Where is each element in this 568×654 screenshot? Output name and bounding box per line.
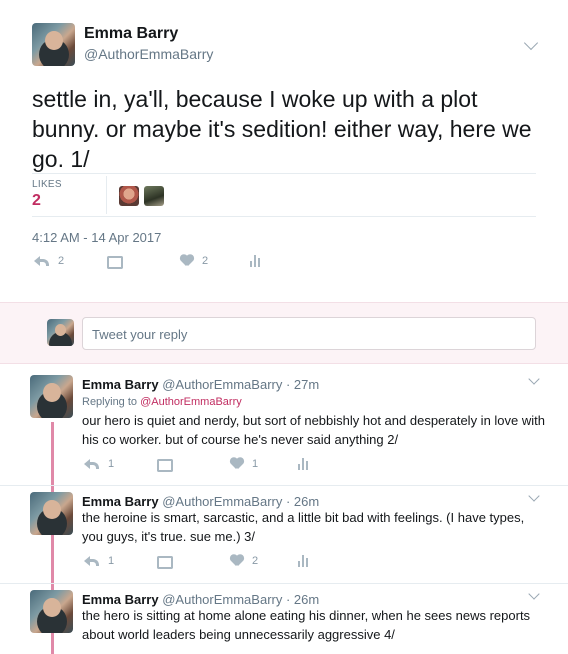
retweet-button[interactable] xyxy=(156,555,174,569)
analytics-icon xyxy=(298,458,310,470)
chevron-down-icon[interactable] xyxy=(528,373,540,385)
reply-composer: Tweet your reply xyxy=(0,302,568,364)
reply-icon xyxy=(84,458,100,470)
retweet-button[interactable] xyxy=(156,458,174,472)
divider xyxy=(32,173,536,174)
like-button[interactable]: 2 xyxy=(180,255,208,267)
liker-avatar[interactable] xyxy=(119,186,139,206)
reply-button[interactable]: 2 xyxy=(34,255,64,267)
analytics-icon xyxy=(298,555,310,567)
stats-separator xyxy=(106,176,107,214)
reply-meta[interactable]: @AuthorEmmaBarry · 26m xyxy=(162,592,319,607)
reply-author-name[interactable]: Emma Barry xyxy=(82,592,159,607)
reply-meta[interactable]: @AuthorEmmaBarry · 26m xyxy=(162,494,319,509)
like-button[interactable]: 2 xyxy=(230,555,258,567)
chevron-down-icon[interactable] xyxy=(523,35,539,51)
reply-count: 1 xyxy=(108,555,115,567)
heart-icon xyxy=(230,458,244,470)
reply-author-name[interactable]: Emma Barry xyxy=(82,377,159,392)
author-avatar[interactable] xyxy=(32,23,75,66)
user-avatar xyxy=(47,319,74,346)
likes-count[interactable]: 2 xyxy=(32,192,41,210)
retweet-icon xyxy=(106,255,124,269)
reply-text: our hero is quiet and nerdy, but sort of… xyxy=(82,413,545,447)
liker-avatar[interactable] xyxy=(144,186,164,206)
retweet-button[interactable] xyxy=(106,255,124,269)
divider xyxy=(0,485,568,486)
analytics-button[interactable] xyxy=(250,255,262,267)
thread-reply[interactable]: Emma Barry @AuthorEmmaBarry · 26m the he… xyxy=(0,588,568,654)
reply-header: Emma Barry @AuthorEmmaBarry · 26m xyxy=(82,592,319,607)
reply-input[interactable]: Tweet your reply xyxy=(82,317,536,350)
reply-text: the hero is sitting at home alone eating… xyxy=(82,608,531,642)
like-button[interactable]: 1 xyxy=(230,458,258,470)
author-handle[interactable]: @AuthorEmmaBarry xyxy=(84,46,213,62)
reply-count: 2 xyxy=(58,255,65,267)
main-tweet: Emma Barry @AuthorEmmaBarry settle in, y… xyxy=(0,0,568,302)
like-count: 2 xyxy=(202,255,209,267)
author-name[interactable]: Emma Barry xyxy=(84,25,178,43)
heart-icon xyxy=(180,255,194,267)
reply-icon xyxy=(34,255,50,267)
reply-header: Emma Barry @AuthorEmmaBarry · 26m xyxy=(82,494,319,509)
reply-button[interactable]: 1 xyxy=(84,458,114,470)
like-count: 1 xyxy=(252,458,259,470)
reply-avatar[interactable] xyxy=(30,492,73,535)
tweet-text: settle in, ya'll, because I woke up with… xyxy=(32,86,532,172)
reply-author-name[interactable]: Emma Barry xyxy=(82,494,159,509)
analytics-button[interactable] xyxy=(298,458,310,470)
reply-count: 1 xyxy=(108,458,115,470)
divider xyxy=(0,583,568,584)
thread-reply[interactable]: Emma Barry @AuthorEmmaBarry · 26m the he… xyxy=(0,490,568,582)
replying-prefix: Replying to xyxy=(82,396,141,408)
replying-handle-link[interactable]: @AuthorEmmaBarry xyxy=(140,396,242,408)
retweet-icon xyxy=(156,458,174,472)
divider xyxy=(32,216,536,217)
reply-avatar[interactable] xyxy=(30,375,73,418)
analytics-button[interactable] xyxy=(298,555,310,567)
reply-header: Emma Barry @AuthorEmmaBarry · 27m xyxy=(82,377,319,392)
reply-text: the heroine is smart, sarcastic, and a l… xyxy=(82,510,525,544)
thread-reply[interactable]: Emma Barry @AuthorEmmaBarry · 27m Replyi… xyxy=(0,373,568,485)
heart-icon xyxy=(230,555,244,567)
chevron-down-icon[interactable] xyxy=(528,588,540,600)
tweet-timestamp[interactable]: 4:12 AM - 14 Apr 2017 xyxy=(32,230,161,245)
reply-meta[interactable]: @AuthorEmmaBarry · 27m xyxy=(162,377,319,392)
reply-button[interactable]: 1 xyxy=(84,555,114,567)
analytics-icon xyxy=(250,255,262,267)
reply-avatar[interactable] xyxy=(30,590,73,633)
retweet-icon xyxy=(156,555,174,569)
like-count: 2 xyxy=(252,555,259,567)
replying-to: Replying to @AuthorEmmaBarry xyxy=(82,396,242,408)
reply-icon xyxy=(84,555,100,567)
likes-label: LIKES xyxy=(32,179,62,190)
chevron-down-icon[interactable] xyxy=(528,490,540,502)
